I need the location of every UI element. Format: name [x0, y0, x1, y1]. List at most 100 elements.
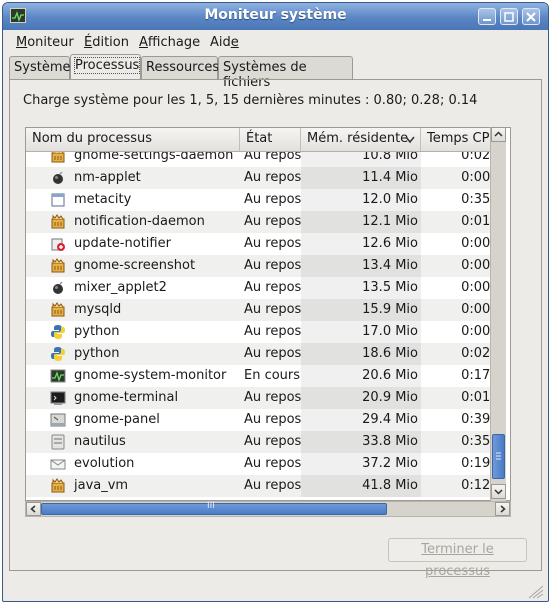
process-name: metacity: [74, 192, 132, 207]
table-row[interactable]: python Au repos 17.0 Mio 0:00.86: [26, 321, 496, 343]
process-name: gnome-terminal: [74, 390, 179, 405]
table-row[interactable]: update-notifier Au repos 12.6 Mio 0:00.18: [26, 233, 496, 255]
process-state: En cours: [244, 368, 301, 383]
process-memory: 13.4 Mio: [362, 258, 418, 273]
tab-processus[interactable]: Processus: [70, 54, 141, 80]
process-memory: 11.4 Mio: [362, 170, 418, 185]
gnome-app-icon: [51, 214, 65, 229]
table-row[interactable]: notification-daemon Au repos 12.1 Mio 0:01.…: [26, 211, 496, 233]
sort-descending-icon: [405, 136, 415, 144]
process-cpu-time: 0:00.86: [461, 324, 496, 339]
process-state: Au repos: [244, 170, 302, 185]
process-state: Au repos: [244, 324, 302, 339]
process-cpu-time: 0:17.53: [461, 368, 496, 383]
process-cpu-time: 0:35.99: [461, 192, 496, 207]
table-body: gnome-settings-daemon Au repos 10.8 Mio 0:0…: [26, 152, 496, 500]
menu-aide[interactable]: Aide: [210, 35, 239, 50]
tab-systeme[interactable]: Système: [9, 56, 70, 79]
vertical-scroll-thumb[interactable]: [492, 434, 505, 479]
process-state: Au repos: [244, 236, 302, 251]
process-state: Au repos: [244, 456, 302, 471]
vertical-scrollbar[interactable]: [490, 127, 506, 501]
menu-moniteur[interactable]: Moniteur: [16, 35, 74, 50]
horizontal-scroll-thumb[interactable]: III: [41, 501, 387, 515]
table-row[interactable]: nautilus Au repos 33.8 Mio 0:35.79: [26, 431, 496, 453]
process-name: nm-applet: [74, 170, 141, 185]
column-header-cpu-time[interactable]: Temps CPU: [421, 128, 501, 151]
table-row[interactable]: metacity Au repos 12.0 Mio 0:35.99: [26, 189, 496, 211]
process-memory: 37.2 Mio: [362, 456, 418, 471]
scroll-right-button[interactable]: [495, 502, 510, 516]
mail-icon: [50, 459, 66, 470]
gnome-app-icon: [51, 302, 65, 317]
chevron-up-icon: [494, 131, 503, 137]
table-row[interactable]: nm-applet Au repos 11.4 Mio 0:00.23: [26, 167, 496, 189]
window-icon: [51, 193, 65, 207]
close-button[interactable]: [522, 8, 540, 25]
menu-label: Moniteur: [16, 35, 74, 50]
process-name: java_vm: [74, 478, 129, 493]
process-state: Au repos: [244, 478, 302, 493]
process-memory: 18.6 Mio: [362, 346, 418, 361]
table-row[interactable]: java_vm Au repos 41.8 Mio 0:12.94: [26, 475, 496, 497]
table-row[interactable]: evolution Au repos 37.2 Mio 0:19.96: [26, 453, 496, 475]
process-memory: 12.6 Mio: [362, 236, 418, 251]
process-cpu-time: 0:12.94: [461, 478, 496, 493]
process-name: python: [74, 346, 120, 361]
column-header-name[interactable]: Nom du processus: [26, 128, 240, 151]
horizontal-scrollbar[interactable]: III: [25, 501, 511, 517]
menu-edition[interactable]: Édition: [84, 35, 129, 50]
process-table[interactable]: Nom du processus État Mém. résidente Tem…: [25, 127, 511, 501]
table-row[interactable]: gnome-terminal Au repos 20.9 Mio 0:01.53: [26, 387, 496, 409]
process-cpu-time: 0:00.23: [461, 170, 496, 185]
scroll-up-button[interactable]: [491, 127, 506, 142]
process-state: Au repos: [244, 412, 302, 427]
column-label: État: [246, 131, 273, 146]
process-name: gnome-system-monitor: [74, 368, 227, 383]
column-header-state[interactable]: État: [240, 128, 301, 151]
process-state: Au repos: [244, 152, 302, 163]
process-name: gnome-settings-daemon: [74, 152, 234, 163]
end-process-button[interactable]: Terminer le processus: [388, 538, 527, 579]
process-state: Au repos: [244, 302, 302, 317]
table-row[interactable]: python Au repos 18.6 Mio 0:02.34: [26, 343, 496, 365]
process-name: python: [74, 324, 120, 339]
process-cpu-time: 0:00.35: [461, 258, 496, 273]
process-memory: 10.8 Mio: [362, 152, 418, 163]
maximize-button[interactable]: [500, 8, 518, 25]
chevron-left-icon: [30, 505, 36, 513]
python-icon: [51, 325, 65, 339]
table-row[interactable]: mysqld Au repos 15.9 Mio 0:00.09: [26, 299, 496, 321]
tab-label: Système: [14, 60, 71, 75]
scroll-down-button[interactable]: [491, 484, 506, 499]
tab-ressources[interactable]: Ressources: [141, 56, 219, 79]
table-row[interactable]: gnome-settings-daemon Au repos 10.8 Mio 0:0…: [26, 152, 496, 167]
title-bar[interactable]: Moniteur système: [3, 3, 548, 30]
scroll-left-button[interactable]: [26, 502, 41, 516]
gnome-app-icon: [51, 258, 65, 273]
table-row[interactable]: gnome-screenshot Au repos 13.4 Mio 0:00.35: [26, 255, 496, 277]
process-memory: 41.8 Mio: [362, 478, 418, 493]
process-cpu-time: 0:00.18: [461, 236, 496, 251]
table-row[interactable]: mixer_applet2 Au repos 13.5 Mio 0:00.25: [26, 277, 496, 299]
gnome-app-icon: [51, 152, 65, 163]
tab-systemes-de-fichiers[interactable]: Systèmes de fichiers: [218, 56, 353, 90]
column-header-memory[interactable]: Mém. résidente: [301, 128, 421, 151]
menu-affichage[interactable]: Affichage: [139, 35, 200, 50]
file-manager-icon: [51, 434, 65, 450]
process-name: notification-daemon: [74, 214, 205, 229]
minimize-button[interactable]: [478, 8, 496, 25]
process-name: mixer_applet2: [74, 280, 167, 295]
window-title: Moniteur système: [204, 7, 347, 23]
scroll-grip: III: [207, 501, 215, 511]
process-memory: 13.5 Mio: [362, 280, 418, 295]
terminal-icon: [50, 391, 66, 405]
table-row[interactable]: gnome-panel Au repos 29.4 Mio 0:39.24: [26, 409, 496, 431]
system-monitor-icon: [50, 369, 66, 383]
tab-label: Processus: [73, 57, 141, 74]
column-label: Nom du processus: [32, 131, 153, 146]
process-name: update-notifier: [74, 236, 171, 251]
table-row[interactable]: gnome-system-monitor En cours 20.6 Mio 0:17…: [26, 365, 496, 387]
menu-label: Aide: [210, 35, 239, 50]
resize-grip-icon[interactable]: [523, 583, 545, 599]
